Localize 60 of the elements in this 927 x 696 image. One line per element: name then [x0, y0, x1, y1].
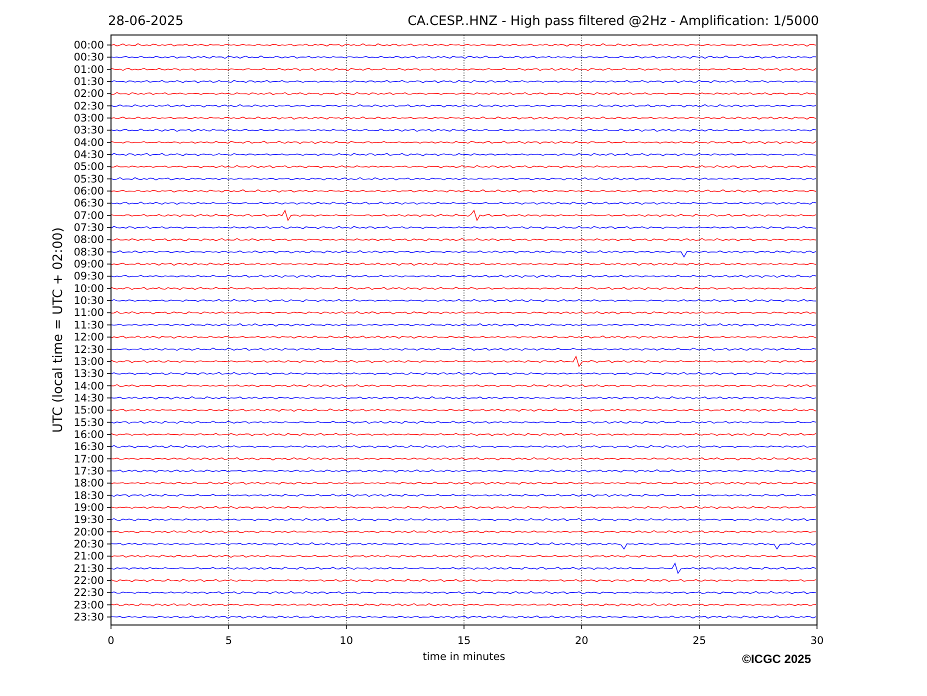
time-label: 07:30 — [74, 222, 104, 234]
time-label: 21:30 — [74, 562, 104, 575]
time-label: 19:30 — [74, 514, 104, 526]
time-label: 05:30 — [74, 173, 104, 186]
time-label: 03:00 — [74, 112, 104, 125]
time-label: 09:00 — [74, 258, 104, 271]
time-label: 02:30 — [74, 100, 104, 112]
time-label: 12:30 — [74, 344, 104, 356]
copyright-text: ©ICGC 2025 — [742, 652, 811, 666]
time-label: 20:30 — [74, 538, 104, 550]
time-label: 07:00 — [74, 210, 104, 222]
time-label: 16:30 — [74, 441, 104, 454]
time-label: 02:00 — [74, 88, 104, 100]
time-label: 17:30 — [74, 465, 104, 478]
time-label: 19:00 — [74, 502, 104, 514]
time-label: 09:30 — [74, 270, 104, 283]
time-label: 06:00 — [74, 186, 104, 198]
tick-label: 15 — [457, 635, 471, 647]
time-label: 14:30 — [74, 392, 104, 404]
chart-title: CA.CESP..HNZ - High pass filtered @2Hz - Amplification: 1/5000 — [408, 14, 819, 29]
time-label: 18:30 — [74, 490, 104, 502]
time-label: 05:00 — [74, 161, 104, 174]
tick-label: 10 — [340, 635, 354, 647]
time-label: 04:00 — [74, 136, 104, 149]
time-label: 10:00 — [74, 282, 104, 295]
time-label: 04:30 — [74, 149, 104, 162]
date-label: 28-06-2025 — [108, 14, 184, 29]
time-label: 18:00 — [74, 478, 104, 490]
tick-label: 5 — [225, 635, 232, 647]
tick-label: 0 — [108, 635, 114, 647]
time-label: 13:30 — [74, 368, 104, 380]
time-label: 08:00 — [74, 234, 104, 246]
time-label: 13:00 — [74, 356, 104, 368]
time-label: 11:30 — [74, 319, 104, 332]
time-label: 00:30 — [74, 52, 104, 64]
tick-label: 25 — [692, 635, 706, 647]
time-label: 22:00 — [74, 575, 104, 587]
time-label: 14:00 — [74, 380, 104, 392]
time-label: 11:00 — [74, 307, 104, 320]
time-label: 22:30 — [74, 587, 104, 600]
time-label: 10:30 — [74, 295, 104, 308]
time-label: 01:30 — [74, 76, 104, 88]
axis-label: time in minutes — [422, 651, 506, 663]
time-label: 23:30 — [74, 612, 104, 624]
time-label: 15:00 — [74, 404, 104, 417]
time-label: 08:30 — [74, 246, 104, 258]
tick-label: 30 — [810, 635, 824, 647]
tick-label: 20 — [574, 635, 588, 647]
time-label: 15:30 — [74, 416, 104, 429]
time-label: 20:00 — [74, 526, 104, 538]
time-label: 06:30 — [74, 198, 104, 210]
time-label: 00:00 — [74, 40, 104, 52]
time-label: 16:00 — [74, 428, 104, 441]
time-label: 21:00 — [74, 550, 104, 563]
axis-label: UTC (local time = UTC + 02:00) — [51, 227, 66, 433]
time-label: 23:00 — [74, 599, 104, 612]
time-label: 03:30 — [74, 124, 104, 137]
time-label: 12:00 — [74, 332, 104, 344]
time-label: 01:00 — [74, 64, 104, 76]
time-label: 17:00 — [74, 453, 104, 466]
